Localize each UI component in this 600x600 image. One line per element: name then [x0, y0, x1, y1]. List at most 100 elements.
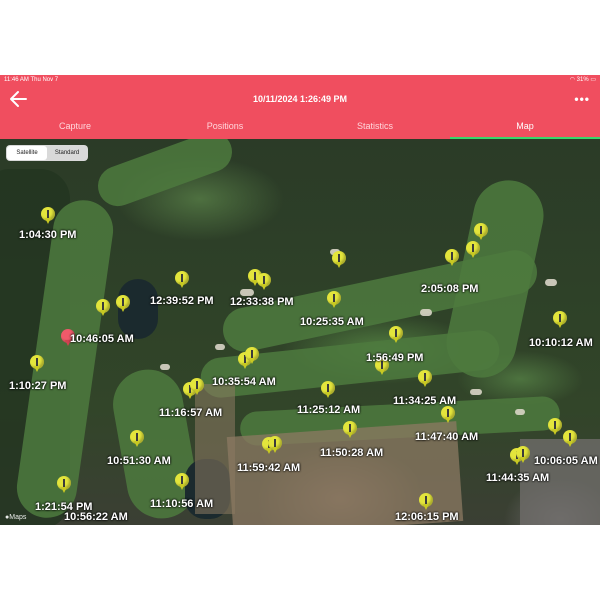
timestamp-label: 12:39:52 PM [150, 295, 214, 307]
status-battery: ◠ 31% ▭ [570, 75, 596, 86]
shot-pin[interactable] [257, 273, 271, 291]
flag-icon [554, 421, 556, 429]
shot-pin[interactable] [418, 370, 432, 388]
bunker [420, 309, 432, 316]
bunker [240, 289, 254, 296]
pin-tip [393, 337, 399, 343]
timestamp-label: 11:44:35 AM [486, 472, 550, 484]
timestamp-label: 1:10:27 PM [9, 380, 67, 392]
flag-icon [395, 329, 397, 337]
shot-pin[interactable] [41, 207, 55, 225]
flag-icon [63, 479, 65, 487]
flag-icon [196, 381, 198, 389]
timestamp-label: 10:06:05 AM [534, 455, 598, 467]
timestamp-label: 1:56:49 PM [366, 352, 424, 364]
shot-pin[interactable] [343, 421, 357, 439]
shot-pin[interactable] [474, 223, 488, 241]
pin-tip [423, 504, 429, 510]
pin-tip [45, 218, 51, 224]
tab-positions[interactable]: Positions [150, 113, 300, 139]
pin-tip [552, 429, 558, 435]
shot-pin[interactable] [332, 251, 346, 269]
flag-icon [254, 272, 256, 280]
pin-tip [272, 447, 278, 453]
standard-option[interactable]: Standard [47, 146, 87, 160]
pin-tip [445, 417, 451, 423]
flag-icon [136, 433, 138, 441]
shot-pin[interactable] [516, 446, 530, 464]
timestamp-label: 11:50:28 AM [320, 447, 384, 459]
flag-icon [47, 210, 49, 218]
timestamp-label: 10:35:54 AM [212, 376, 276, 388]
flag-icon [274, 439, 276, 447]
pin-tip [249, 358, 255, 364]
flag-icon [522, 449, 524, 457]
shot-pin[interactable] [190, 378, 204, 396]
pin-tip [34, 366, 40, 372]
pin-tip [470, 252, 476, 258]
page-title: 10/11/2024 1:26:49 PM [252, 94, 348, 104]
maps-attribution[interactable]: ●Maps [5, 514, 26, 521]
maps-attribution-label: Maps [9, 514, 27, 521]
shot-pin[interactable] [441, 406, 455, 424]
timestamp-label: 10:25:35 AM [300, 316, 364, 328]
shot-pin[interactable] [466, 241, 480, 259]
timestamp-label: 12:33:38 PM [230, 296, 294, 308]
pin-tip [179, 484, 185, 490]
tab-capture[interactable]: Capture [0, 113, 150, 139]
construction-area [195, 384, 235, 514]
shot-pin[interactable] [553, 311, 567, 329]
status-bar: 11:46 AM Thu Nov 7 ◠ 31% ▭ [0, 75, 600, 86]
map-view[interactable]: Satellite Standard 1:04:30 PM 12:39:52 P… [0, 139, 600, 525]
flag-icon [122, 298, 124, 306]
flag-icon [569, 433, 571, 441]
shot-pin[interactable] [116, 295, 130, 313]
nav-bar: 10/11/2024 1:26:49 PM ••• [0, 86, 600, 113]
timestamp-label: 11:16:57 AM [159, 407, 223, 419]
shot-pin[interactable] [445, 249, 459, 267]
flag-icon [451, 252, 453, 260]
map-type-toggle[interactable]: Satellite Standard [6, 145, 88, 161]
shot-pin[interactable] [175, 271, 189, 289]
pin-tip [120, 306, 126, 312]
shot-pin[interactable] [327, 291, 341, 309]
timestamp-label: 1:04:30 PM [19, 229, 77, 241]
shot-pin[interactable] [268, 436, 282, 454]
flag-icon [181, 274, 183, 282]
shot-pin[interactable] [57, 476, 71, 494]
flag-icon [472, 244, 474, 252]
timestamp-label: 10:51:30 AM [107, 455, 171, 467]
pin-tip [449, 260, 455, 266]
timestamp-label: 10:10:12 AM [529, 337, 593, 349]
flag-icon [424, 373, 426, 381]
pin-tip [520, 457, 526, 463]
flag-icon [263, 276, 265, 284]
flag-icon [327, 384, 329, 392]
pin-tip [179, 282, 185, 288]
bunker [515, 409, 525, 415]
shot-pin[interactable] [30, 355, 44, 373]
flag-icon [480, 226, 482, 234]
shot-pin[interactable] [321, 381, 335, 399]
tab-map[interactable]: Map [450, 113, 600, 139]
timestamp-label: 11:10:56 AM [150, 498, 214, 510]
more-menu-button[interactable]: ••• [574, 92, 590, 106]
tab-bar: Capture Positions Statistics Map [0, 113, 600, 139]
timestamp-label: 2:05:08 PM [421, 283, 479, 295]
shot-pin[interactable] [130, 430, 144, 448]
shot-pin[interactable] [175, 473, 189, 491]
shot-pin[interactable] [563, 430, 577, 448]
shot-pin[interactable] [389, 326, 403, 344]
shot-pin[interactable] [548, 418, 562, 436]
pin-tip [557, 322, 563, 328]
bunker [545, 279, 557, 286]
bunker [160, 364, 170, 370]
tab-statistics[interactable]: Statistics [300, 113, 450, 139]
bunker [215, 344, 225, 350]
pin-tip [379, 369, 385, 375]
shot-pin[interactable] [96, 299, 110, 317]
fairway [92, 139, 238, 212]
shot-pin[interactable] [419, 493, 433, 511]
shot-pin[interactable] [245, 347, 259, 365]
satellite-option[interactable]: Satellite [7, 146, 47, 160]
